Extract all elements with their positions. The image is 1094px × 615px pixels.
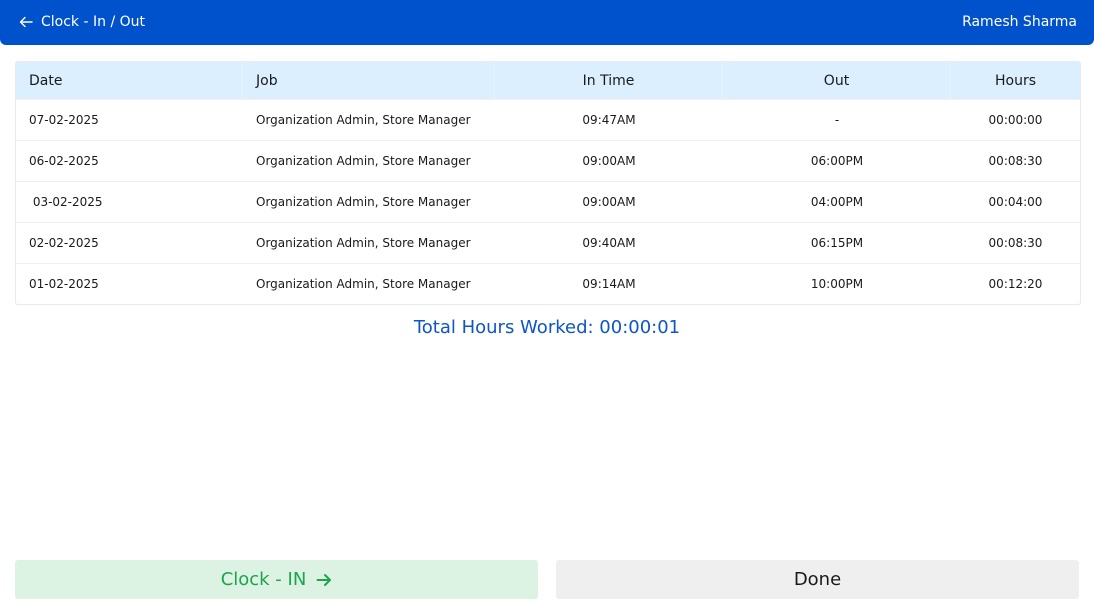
table-row: 06-02-2025 Organization Admin, Store Man…: [16, 140, 1080, 181]
user-name: Ramesh Sharma: [962, 14, 1077, 30]
cell-date: 07-02-2025: [29, 113, 99, 127]
cell-hours: 00:08:30: [988, 236, 1043, 250]
cell-out: 06:15PM: [810, 236, 864, 250]
attendance-table: Date Job In Time Out Hours 07-02-2025 Or…: [15, 61, 1081, 305]
clock-in-button[interactable]: Clock - IN: [15, 560, 538, 599]
cell-in-time: 09:00AM: [582, 154, 636, 168]
cell-date: 03-02-2025: [29, 195, 103, 209]
cell-out: 10:00PM: [810, 277, 864, 291]
cell-job: Organization Admin, Store Manager: [256, 113, 471, 127]
cell-job: Organization Admin, Store Manager: [256, 236, 471, 250]
cell-hours: 00:00:00: [988, 113, 1043, 127]
table-header-row: Date Job In Time Out Hours: [16, 62, 1080, 99]
column-header-date: Date: [16, 62, 243, 99]
page-title: Clock - In / Out: [41, 14, 145, 30]
cell-out: -: [834, 113, 840, 127]
cell-out: 06:00PM: [810, 154, 864, 168]
cell-job: Organization Admin, Store Manager: [256, 195, 471, 209]
table-row: 03-02-2025 Organization Admin, Store Man…: [16, 181, 1080, 222]
arrow-right-icon: [316, 573, 332, 587]
cell-job: Organization Admin, Store Manager: [256, 154, 471, 168]
column-header-out: Out: [723, 62, 951, 99]
cell-in-time: 09:00AM: [582, 195, 636, 209]
table-row: 07-02-2025 Organization Admin, Store Man…: [16, 99, 1080, 140]
column-header-job: Job: [243, 62, 495, 99]
cell-hours: 00:08:30: [988, 154, 1043, 168]
cell-in-time: 09:47AM: [582, 113, 636, 127]
column-header-hours: Hours: [994, 72, 1036, 89]
cell-hours: 00:12:20: [988, 277, 1043, 291]
cell-out: 04:00PM: [810, 195, 864, 209]
done-button[interactable]: Done: [556, 560, 1079, 599]
cell-date: 02-02-2025: [29, 236, 99, 250]
cell-in-time: 09:40AM: [582, 236, 636, 250]
column-header-in-time: In Time: [495, 62, 723, 99]
top-bar: Clock - In / Out Ramesh Sharma: [0, 0, 1094, 45]
cell-hours: 00:04:00: [988, 195, 1043, 209]
arrow-left-icon: [19, 16, 33, 28]
cell-date: 01-02-2025: [29, 277, 99, 291]
cell-job: Organization Admin, Store Manager: [256, 277, 471, 291]
back-button[interactable]: [17, 13, 35, 31]
table-row: 02-02-2025 Organization Admin, Store Man…: [16, 222, 1080, 263]
clock-in-label: Clock - IN: [220, 569, 307, 590]
table-row: 01-02-2025 Organization Admin, Store Man…: [16, 263, 1080, 304]
cell-in-time: 09:14AM: [582, 277, 636, 291]
total-hours-worked: Total Hours Worked: 00:00:01: [413, 317, 681, 338]
cell-date: 06-02-2025: [29, 154, 99, 168]
